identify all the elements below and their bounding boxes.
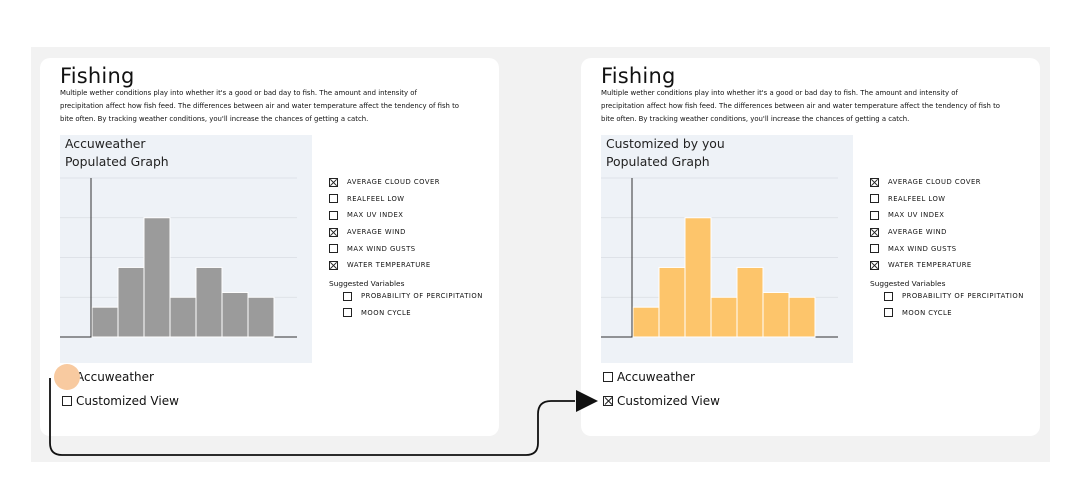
bar-1 <box>632 306 660 338</box>
checkbox[interactable] <box>62 396 72 406</box>
variable-max-uv-index[interactable]: MAX UV INDEX <box>870 207 981 224</box>
bar-5 <box>195 266 223 338</box>
bar-5 <box>736 266 764 338</box>
bar-4 <box>710 296 738 338</box>
variable-moon-cycle[interactable]: MOON CYCLE <box>343 305 483 322</box>
checkbox[interactable] <box>343 308 352 318</box>
view-option-customized[interactable]: Customized View <box>62 394 179 408</box>
checkbox[interactable] <box>329 210 338 220</box>
checkbox[interactable] <box>329 260 338 270</box>
variable-probability-of-percipitation[interactable]: PROBABILITY OF PERCIPITATION <box>884 288 1024 305</box>
description: Multiple wether conditions play into whe… <box>60 89 460 124</box>
suggested-variable-list: PROBABILITY OF PERCIPITATION MOON CYCLE <box>343 288 483 321</box>
view-option-accuweather[interactable]: Accuweather <box>603 370 695 384</box>
checkbox[interactable] <box>870 260 879 270</box>
variable-max-wind-gusts[interactable]: MAX WIND GUSTS <box>870 240 981 257</box>
bar-2 <box>658 266 686 338</box>
variable-average-cloud-cover[interactable]: AVERAGE CLOUD COVER <box>329 174 440 191</box>
bar-2 <box>117 266 145 338</box>
variable-average-cloud-cover[interactable]: AVERAGE CLOUD COVER <box>870 174 981 191</box>
checkbox[interactable] <box>329 177 338 187</box>
checkbox[interactable] <box>870 194 879 204</box>
checkbox[interactable] <box>603 396 613 406</box>
suggested-variable-list: PROBABILITY OF PERCIPITATION MOON CYCLE <box>884 288 1024 321</box>
checkbox[interactable] <box>884 291 893 301</box>
checkbox[interactable] <box>870 177 879 187</box>
fishing-card-accuweather: Fishing Multiple wether conditions play … <box>40 58 499 436</box>
variable-realfeel-low[interactable]: REALFEEL LOW <box>329 191 440 208</box>
checkbox[interactable] <box>329 227 338 237</box>
bar-1 <box>91 306 119 338</box>
bar-7 <box>788 296 816 338</box>
variable-average-wind[interactable]: AVERAGE WIND <box>870 224 981 241</box>
bar-chart <box>601 177 838 338</box>
checkbox[interactable] <box>329 244 338 254</box>
bar-4 <box>169 296 197 338</box>
fishing-card-customized: Fishing Multiple wether conditions play … <box>581 58 1040 436</box>
bar-3 <box>684 217 712 338</box>
bar-3 <box>143 217 171 338</box>
page-title: Fishing <box>601 64 676 88</box>
checkbox[interactable] <box>329 194 338 204</box>
variable-moon-cycle[interactable]: MOON CYCLE <box>884 305 1024 322</box>
click-highlight <box>54 364 80 390</box>
checkbox[interactable] <box>884 308 893 318</box>
variable-list: AVERAGE CLOUD COVER REALFEEL LOW MAX UV … <box>870 174 981 274</box>
checkbox[interactable] <box>870 244 879 254</box>
description: Multiple wether conditions play into whe… <box>601 89 1001 124</box>
bar-6 <box>221 291 249 338</box>
checkbox[interactable] <box>603 372 613 382</box>
bar-chart <box>60 177 297 338</box>
suggested-variables-label: Suggested Variables <box>329 279 405 288</box>
page-title: Fishing <box>60 64 135 88</box>
graph-panel: Accuweather Populated Graph <box>60 135 312 363</box>
variable-average-wind[interactable]: AVERAGE WIND <box>329 224 440 241</box>
checkbox[interactable] <box>870 227 879 237</box>
bar-7 <box>247 296 275 338</box>
checkbox[interactable] <box>870 210 879 220</box>
variable-realfeel-low[interactable]: REALFEEL LOW <box>870 191 981 208</box>
variable-list: AVERAGE CLOUD COVER REALFEEL LOW MAX UV … <box>329 174 440 274</box>
bar-6 <box>762 291 790 338</box>
variable-max-wind-gusts[interactable]: MAX WIND GUSTS <box>329 240 440 257</box>
suggested-variables-label: Suggested Variables <box>870 279 946 288</box>
view-option-customized[interactable]: Customized View <box>603 394 720 408</box>
graph-panel: Customized by you Populated Graph <box>601 135 853 363</box>
variable-max-uv-index[interactable]: MAX UV INDEX <box>329 207 440 224</box>
variable-probability-of-percipitation[interactable]: PROBABILITY OF PERCIPITATION <box>343 288 483 305</box>
variable-water-temperature[interactable]: WATER TEMPERATURE <box>329 257 440 274</box>
checkbox[interactable] <box>343 291 352 301</box>
variable-water-temperature[interactable]: WATER TEMPERATURE <box>870 257 981 274</box>
